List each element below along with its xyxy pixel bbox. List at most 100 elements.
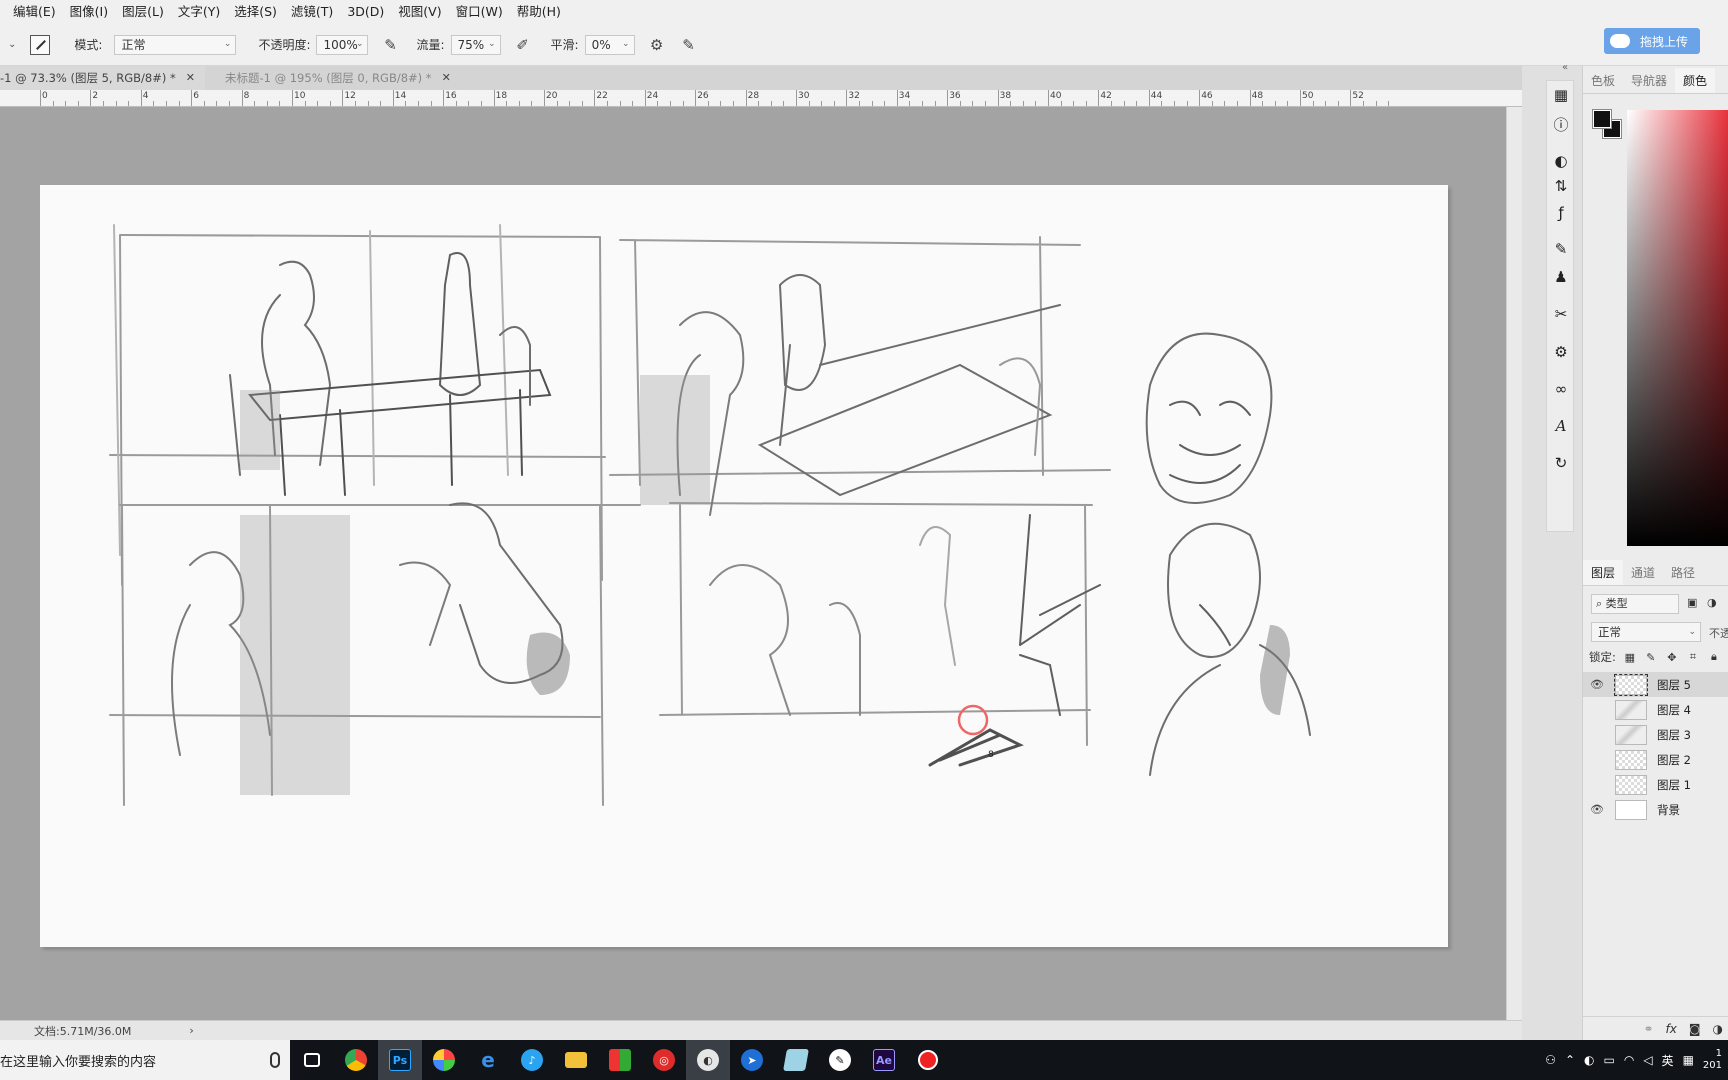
brush-settings-icon[interactable]: ✎ [1551,239,1571,259]
visibility-eye-icon[interactable]: 👁︎ [1587,803,1607,816]
menu-select[interactable]: 选择(S) [227,0,284,24]
new-fill-layer-icon[interactable]: ◑ [1713,1022,1723,1036]
flow-field[interactable]: 75% ⌄ [450,34,501,55]
pressure-size-icon[interactable]: ✎ [679,35,699,55]
layer-row[interactable]: 图层 1 [1583,772,1728,797]
menu-help[interactable]: 帮助(H) [510,0,568,24]
opacity-field[interactable]: 100% ⌄ [316,34,369,55]
eagle-tray-icon[interactable]: ◐ [1584,1053,1594,1067]
adjustment-filter-icon[interactable]: ◑ [1707,596,1717,609]
libraries-icon[interactable]: ▦ [1551,85,1571,105]
chevron-right-icon[interactable]: › [189,1024,193,1037]
microphone-icon[interactable] [270,1052,280,1068]
menu-window[interactable]: 窗口(W) [449,0,510,24]
image-filter-icon[interactable]: ▣ [1687,596,1697,609]
close-icon[interactable]: ✕ [442,66,451,90]
artboard-icon[interactable]: ⌗ [1686,650,1700,664]
clone-source-icon[interactable]: ♟ [1551,267,1571,287]
document-canvas[interactable]: 8 [40,185,1448,947]
lock-pixels-icon[interactable]: ✎ [1644,650,1658,664]
canvas-area[interactable]: 8 [0,107,1522,1020]
taskbar-photoshop[interactable]: Ps [378,1040,422,1080]
taskbar-paint[interactable] [422,1040,466,1080]
lock-all-icon[interactable]: 🔒︎ [1707,650,1721,664]
menu-layer[interactable]: 图层(L) [115,0,171,24]
input-mode-icon[interactable]: ▦ [1683,1053,1694,1067]
properties-icon[interactable]: ⇅ [1551,176,1571,196]
tab-layers[interactable]: 图层 [1583,560,1624,585]
layer-style-button[interactable]: fx [1666,1022,1677,1036]
taskbar-netease-music[interactable]: ◎ [642,1040,686,1080]
mode-select[interactable]: 正常 ⌄ [114,34,237,55]
gear-icon[interactable]: ⚙ [647,35,667,55]
menu-3d[interactable]: 3D(D) [340,0,391,24]
layer-row[interactable]: 图层 4 [1583,697,1728,722]
close-icon[interactable]: ✕ [186,66,195,90]
ruler-minor-tick [380,101,382,106]
horizontal-ruler[interactable]: 0 2 4 6 8 10 12 14 16 18 20 22 24 26 28 30 32 34 36 38 40 42 4… [0,90,1522,107]
lock-transparency-icon[interactable]: ▦ [1623,650,1637,664]
taskbar-recorder[interactable] [906,1040,950,1080]
foreground-color-swatch[interactable] [1592,109,1612,129]
info-icon[interactable]: ⓘ [1551,114,1571,134]
wifi-icon[interactable]: ◠ [1624,1053,1634,1067]
task-view-button[interactable] [290,1040,334,1080]
tab-color[interactable]: 颜色 [1675,68,1716,93]
layer-row[interactable]: 👁︎ 图层 5 [1583,672,1728,697]
glyphs-icon[interactable]: ↻ [1551,453,1571,473]
visibility-eye-icon[interactable]: 👁︎ [1587,678,1607,691]
pressure-opacity-icon[interactable]: ✎ [380,35,400,55]
menu-edit[interactable]: 编辑(E) [6,0,63,24]
tab-document-2[interactable]: 未标题-1 @ 195% (图层 0, RGB/8#) * ✕ [205,66,461,90]
taskbar-pen-app[interactable]: ✎ [818,1040,862,1080]
collapse-panels-icon[interactable]: « [1562,62,1568,73]
smoothing-field[interactable]: 0% ⌄ [584,34,635,55]
menu-image[interactable]: 图像(I) [63,0,115,24]
volume-icon[interactable]: ◁ [1643,1053,1652,1067]
add-mask-icon[interactable]: ◙ [1689,1022,1701,1036]
tab-paths[interactable]: 路径 [1663,560,1703,585]
menu-view[interactable]: 视图(V) [391,0,448,24]
layer-row[interactable]: 图层 3 [1583,722,1728,747]
taskbar-blue-arrow-app[interactable]: ➤ [730,1040,774,1080]
taskbar-notes[interactable] [774,1040,818,1080]
menu-type[interactable]: 文字(Y) [171,0,227,24]
layer-filter-select[interactable]: ⌕ 类型 [1591,594,1679,614]
taskbar-eagle-app[interactable]: ◐ [686,1040,730,1080]
color-picker-field[interactable] [1627,110,1728,546]
taskbar-search-input[interactable]: 在这里输入你要搜索的内容 [0,1040,290,1080]
tab-swatches[interactable]: 色板 [1583,68,1623,93]
lock-position-icon[interactable]: ✥ [1665,650,1679,664]
taskbar-store[interactable] [598,1040,642,1080]
history-icon[interactable]: ⚙ [1551,342,1571,362]
styles-icon[interactable]: ƒ [1551,203,1571,223]
creative-cloud-icon[interactable]: ∞ [1551,379,1571,399]
tab-document-1[interactable]: -1 @ 73.3% (图层 5, RGB/8#) * ✕ [0,66,205,90]
taskbar-after-effects[interactable]: Ae [862,1040,906,1080]
drag-upload-button[interactable]: 拖拽上传 [1604,28,1700,54]
clock[interactable]: 1 201 [1703,1048,1722,1072]
ime-indicator[interactable]: 英 [1662,1052,1674,1069]
taskbar-edge[interactable]: e [466,1040,510,1080]
taskbar-tiktok[interactable]: ♪ [510,1040,554,1080]
chevron-up-icon[interactable]: ⌃ [1565,1053,1575,1067]
brush-preset-icon[interactable] [30,34,51,55]
tool-presets-icon[interactable]: ✂ [1551,304,1571,324]
taskbar-file-explorer[interactable] [554,1040,598,1080]
layer-row[interactable]: 👁︎ 背景 [1583,797,1728,822]
link-layers-icon[interactable]: ⚭ [1643,1022,1653,1036]
layer-row[interactable]: 图层 2 [1583,747,1728,772]
taskbar-chrome[interactable] [334,1040,378,1080]
people-icon[interactable]: ⚇ [1545,1053,1556,1067]
battery-icon[interactable]: ▭ [1603,1053,1614,1067]
vertical-scrollbar[interactable] [1506,107,1522,1020]
adjustments-icon[interactable]: ◐ [1551,151,1571,171]
tab-channels[interactable]: 通道 [1623,560,1663,585]
tab-navigator[interactable]: 导航器 [1623,68,1675,93]
airbrush-icon[interactable]: ✐ [513,35,533,55]
foreground-background-swatch[interactable] [1592,109,1623,140]
chevron-down-icon[interactable]: ⌄ [8,39,16,50]
menu-filter[interactable]: 滤镜(T) [284,0,340,24]
blend-mode-select[interactable]: 正常 ⌄ [1591,622,1701,642]
character-icon[interactable]: A [1551,416,1571,436]
